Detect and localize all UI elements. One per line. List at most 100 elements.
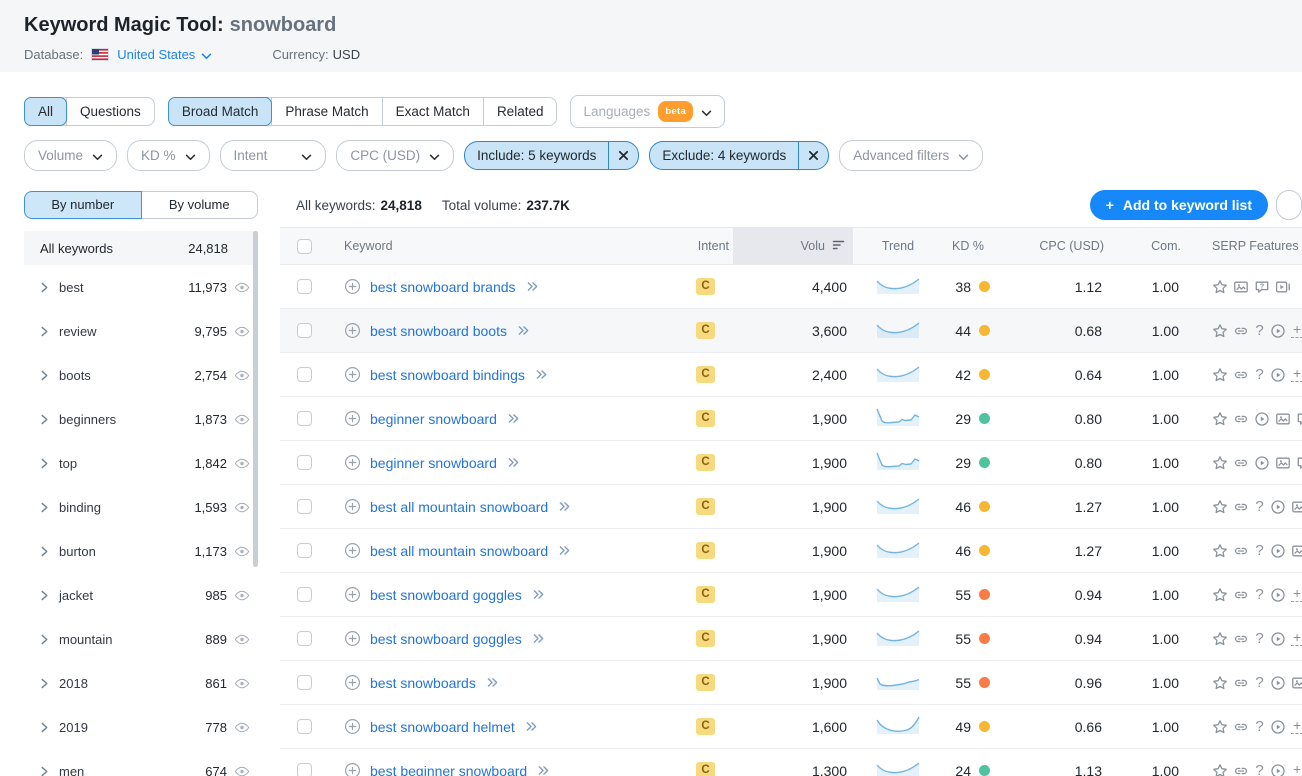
add-keyword-icon[interactable]: [344, 410, 361, 427]
sidebar-group-burton[interactable]: burton1,173: [24, 529, 258, 573]
eye-icon[interactable]: [234, 370, 250, 381]
video-icon[interactable]: [1270, 587, 1286, 603]
star-icon[interactable]: [1212, 763, 1228, 776]
intent-badge[interactable]: C: [696, 762, 714, 776]
chevron-right-icon[interactable]: [40, 766, 49, 776]
keyword-link[interactable]: best snowboard bindings: [370, 367, 525, 383]
sidebar-group-beginners[interactable]: beginners1,873: [24, 397, 258, 441]
expand-keyword-icon[interactable]: [535, 369, 548, 380]
keyword-link[interactable]: best snowboard helmet: [370, 719, 515, 735]
keyword-link[interactable]: best all mountain snowboard: [370, 499, 548, 515]
sitelinks-icon[interactable]: [1233, 367, 1249, 383]
sidebar-group-best[interactable]: best11,973: [24, 265, 258, 309]
star-icon[interactable]: [1212, 323, 1228, 339]
eye-icon[interactable]: [234, 502, 250, 513]
keyword-link[interactable]: beginner snowboard: [370, 411, 497, 427]
eye-icon[interactable]: [234, 722, 250, 733]
image-icon[interactable]: [1291, 543, 1302, 559]
keyword-link[interactable]: best snowboard goggles: [370, 631, 522, 647]
more-icon[interactable]: +: [1291, 719, 1302, 734]
star-icon[interactable]: [1212, 279, 1228, 295]
sidebar-group-review[interactable]: review9,795: [24, 309, 258, 353]
image-icon[interactable]: [1275, 411, 1291, 427]
row-checkbox[interactable]: [297, 675, 312, 690]
eye-icon[interactable]: [234, 634, 250, 645]
chevron-right-icon[interactable]: [40, 634, 49, 645]
intent-badge[interactable]: C: [696, 454, 714, 471]
row-checkbox[interactable]: [297, 411, 312, 426]
column-kd[interactable]: KD %: [943, 228, 998, 264]
keyword-link[interactable]: best snowboard goggles: [370, 587, 522, 603]
chat-question-icon[interactable]: ?: [1296, 455, 1302, 471]
add-keyword-icon[interactable]: [344, 542, 361, 559]
sidebar-toggle-by-volume[interactable]: By volume: [142, 191, 259, 219]
remove-filter-icon[interactable]: [608, 142, 638, 169]
add-keyword-icon[interactable]: [344, 718, 361, 735]
add-keyword-icon[interactable]: [344, 762, 361, 776]
eye-icon[interactable]: [234, 326, 250, 337]
sidebar-group-men[interactable]: men674: [24, 749, 258, 776]
row-checkbox[interactable]: [297, 719, 312, 734]
question-icon[interactable]: ?: [1254, 674, 1265, 691]
filter-dropdown-kd[interactable]: KD %: [127, 140, 210, 171]
sidebar-group-binding[interactable]: binding1,593: [24, 485, 258, 529]
row-checkbox[interactable]: [297, 763, 312, 776]
filter-dropdown-volume[interactable]: Volume: [24, 140, 117, 171]
expand-keyword-icon[interactable]: [526, 281, 539, 292]
more-icon[interactable]: +: [1291, 587, 1302, 602]
expand-keyword-icon[interactable]: [517, 325, 530, 336]
chevron-right-icon[interactable]: [40, 282, 49, 293]
expand-keyword-icon[interactable]: [558, 501, 571, 512]
eye-icon[interactable]: [234, 414, 250, 425]
match-tab-all[interactable]: All: [24, 97, 67, 126]
question-icon[interactable]: ?: [1254, 762, 1265, 776]
video-carousel-icon[interactable]: [1275, 279, 1291, 295]
intent-badge[interactable]: C: [696, 410, 714, 427]
intent-badge[interactable]: C: [696, 498, 714, 515]
filter-dropdown-intent[interactable]: Intent: [220, 140, 327, 171]
question-icon[interactable]: ?: [1254, 498, 1265, 515]
keyword-link[interactable]: best all mountain snowboard: [370, 543, 548, 559]
more-icon[interactable]: +: [1291, 763, 1302, 776]
image-icon[interactable]: [1233, 279, 1249, 295]
more-icon[interactable]: +: [1291, 631, 1302, 646]
image-icon[interactable]: [1275, 455, 1291, 471]
languages-dropdown[interactable]: Languages beta: [570, 95, 725, 128]
keyword-link[interactable]: best snowboards: [370, 675, 476, 691]
video-icon[interactable]: [1270, 367, 1286, 383]
star-icon[interactable]: [1212, 499, 1228, 515]
sidebar-group-top[interactable]: top1,842: [24, 441, 258, 485]
chevron-right-icon[interactable]: [40, 722, 49, 733]
match-tab-questions[interactable]: Questions: [66, 98, 154, 125]
expand-keyword-icon[interactable]: [532, 633, 545, 644]
eye-icon[interactable]: [234, 766, 250, 776]
eye-icon[interactable]: [234, 458, 250, 469]
video-icon[interactable]: [1270, 719, 1286, 735]
star-icon[interactable]: [1212, 543, 1228, 559]
add-keyword-icon[interactable]: [344, 454, 361, 471]
sidebar-group-2019[interactable]: 2019778: [24, 705, 258, 749]
sitelinks-icon[interactable]: [1233, 763, 1249, 776]
sitelinks-icon[interactable]: [1233, 719, 1249, 735]
sitelinks-icon[interactable]: [1233, 543, 1249, 559]
expand-keyword-icon[interactable]: [525, 721, 538, 732]
sidebar-scrollbar[interactable]: [253, 231, 258, 567]
add-keyword-icon[interactable]: [344, 674, 361, 691]
add-keyword-icon[interactable]: [344, 586, 361, 603]
question-icon[interactable]: ?: [1254, 322, 1265, 339]
match-tab-exact-match[interactable]: Exact Match: [382, 98, 483, 125]
keyword-link[interactable]: best beginner snowboard: [370, 763, 527, 776]
row-checkbox[interactable]: [297, 543, 312, 558]
eye-icon[interactable]: [234, 546, 250, 557]
eye-icon[interactable]: [234, 282, 250, 293]
sidebar-toggle-by-number[interactable]: By number: [24, 191, 142, 219]
intent-badge[interactable]: C: [696, 630, 714, 647]
intent-badge[interactable]: C: [696, 366, 714, 383]
chevron-right-icon[interactable]: [40, 590, 49, 601]
star-icon[interactable]: [1212, 719, 1228, 735]
chevron-right-icon[interactable]: [40, 502, 49, 513]
sidebar-group-2018[interactable]: 2018861: [24, 661, 258, 705]
row-checkbox[interactable]: [297, 587, 312, 602]
sitelinks-icon[interactable]: [1233, 587, 1249, 603]
keyword-link[interactable]: best snowboard boots: [370, 323, 507, 339]
